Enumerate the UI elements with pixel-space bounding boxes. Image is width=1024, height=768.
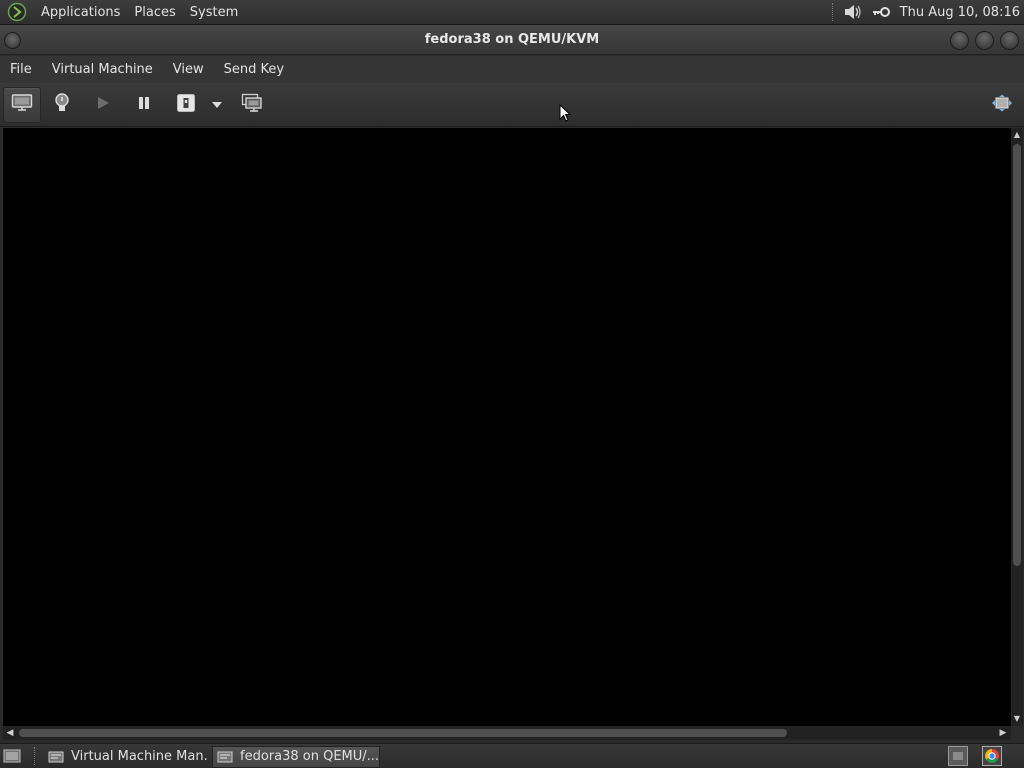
shutdown-menu-button[interactable] bbox=[205, 87, 229, 123]
window-title: fedora38 on QEMU/KVM bbox=[424, 32, 600, 47]
scroll-up-icon[interactable]: ▲ bbox=[1013, 131, 1021, 139]
fullscreen-button[interactable] bbox=[983, 87, 1021, 123]
shutdown-button[interactable] bbox=[167, 87, 205, 123]
window-titlebar[interactable]: fedora38 on QEMU/KVM bbox=[0, 25, 1024, 55]
toolbar bbox=[0, 83, 1024, 127]
minimize-button[interactable] bbox=[950, 31, 969, 50]
mouse-cursor-icon bbox=[559, 103, 572, 122]
scroll-left-icon[interactable]: ◀ bbox=[5, 728, 15, 738]
workspace-switcher-icon[interactable] bbox=[948, 746, 968, 766]
show-details-button[interactable] bbox=[43, 87, 81, 123]
mate-logo-icon[interactable] bbox=[6, 1, 28, 23]
menu-file[interactable]: File bbox=[0, 56, 42, 83]
pause-button[interactable] bbox=[125, 87, 163, 123]
run-button[interactable] bbox=[84, 87, 122, 123]
taskbar-item-label: fedora38 on QEMU/... bbox=[240, 749, 380, 764]
horizontal-scrollbar[interactable]: ◀ ▶ bbox=[3, 726, 1011, 740]
chevron-down-icon bbox=[211, 98, 223, 113]
show-console-button[interactable] bbox=[3, 87, 41, 123]
panel-separator bbox=[831, 3, 834, 21]
fullscreen-icon bbox=[991, 94, 1013, 116]
taskbar-item-label: Virtual Machine Man... bbox=[71, 749, 208, 764]
top-panel: Applications Places System Thu Aug 10, 0… bbox=[0, 0, 1024, 25]
vm-console-window: fedora38 on QEMU/KVM File Virtual Machin… bbox=[0, 25, 1024, 743]
places-menu[interactable]: Places bbox=[127, 0, 182, 25]
vertical-scrollbar[interactable]: ▲ ▼ bbox=[1011, 128, 1023, 726]
vertical-scroll-thumb[interactable] bbox=[1013, 144, 1021, 566]
snapshot-icon bbox=[241, 93, 263, 117]
close-button[interactable] bbox=[1000, 31, 1019, 50]
menubar: File Virtual Machine View Send Key bbox=[0, 56, 1024, 83]
volume-icon[interactable] bbox=[842, 1, 864, 23]
vm-console-display[interactable] bbox=[3, 128, 1011, 726]
menu-virtual-machine[interactable]: Virtual Machine bbox=[42, 56, 163, 83]
play-icon bbox=[95, 95, 111, 115]
applications-menu[interactable]: Applications bbox=[34, 0, 127, 25]
maximize-button[interactable] bbox=[975, 31, 994, 50]
menu-send-key[interactable]: Send Key bbox=[214, 56, 294, 83]
menu-view[interactable]: View bbox=[163, 56, 214, 83]
clock[interactable]: Thu Aug 10, 08:16 bbox=[898, 5, 1024, 20]
scroll-down-icon[interactable]: ▼ bbox=[1013, 715, 1021, 723]
system-menu[interactable]: System bbox=[183, 0, 245, 25]
virt-manager-icon bbox=[48, 750, 64, 764]
scroll-right-icon[interactable]: ▶ bbox=[998, 728, 1008, 738]
lightbulb-icon bbox=[53, 92, 71, 118]
vm-console-icon bbox=[217, 750, 233, 764]
pause-icon bbox=[136, 95, 152, 115]
taskbar-item-vm-console[interactable]: fedora38 on QEMU/... bbox=[212, 745, 380, 768]
snapshots-button[interactable] bbox=[233, 87, 271, 123]
monitor-icon bbox=[11, 93, 33, 117]
bottom-panel: Virtual Machine Man... fedora38 on QEMU/… bbox=[0, 743, 1024, 768]
key-icon[interactable] bbox=[870, 1, 892, 23]
power-icon bbox=[176, 93, 196, 117]
horizontal-scroll-thumb[interactable] bbox=[19, 729, 787, 737]
taskbar-item-virt-manager[interactable]: Virtual Machine Man... bbox=[44, 746, 208, 768]
show-desktop-icon[interactable] bbox=[2, 746, 24, 766]
panel-separator bbox=[34, 747, 36, 765]
chrome-icon[interactable] bbox=[982, 746, 1002, 766]
